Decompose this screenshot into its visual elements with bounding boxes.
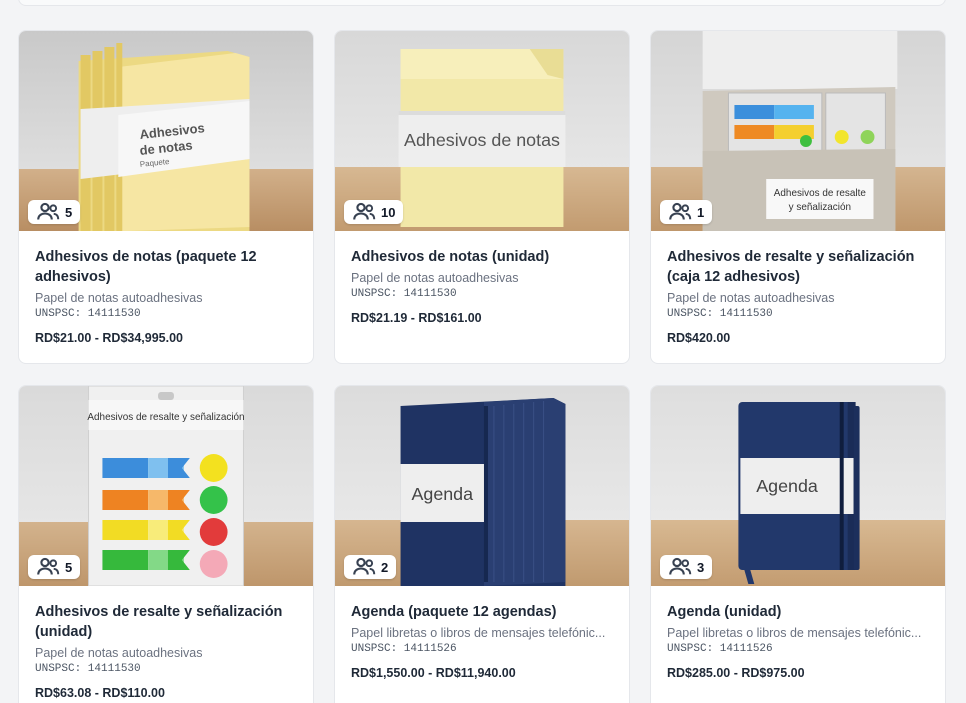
product-card[interactable]: Adhesivos de notas 10 Adhesivos de notas… — [334, 30, 630, 364]
product-price: RD$21.19 - RD$161.00 — [351, 311, 482, 325]
product-title[interactable]: Adhesivos de resalte y señalización (caj… — [667, 247, 929, 287]
product-unspsc: UNSPSC: 14111526 — [667, 643, 773, 655]
member-count-badge: 3 — [660, 555, 713, 579]
member-count-badge: 1 — [660, 200, 713, 224]
member-count-badge: 2 — [344, 555, 397, 579]
member-count: 10 — [381, 204, 396, 220]
product-card[interactable]: Adhesivos de resalte y señalización 5 Ad… — [18, 385, 314, 703]
image-label-line1: Adhesivos de notas — [404, 130, 560, 150]
product-title[interactable]: Agenda (paquete 12 agendas) — [351, 602, 613, 622]
product-unspsc: UNSPSC: 14111526 — [351, 643, 457, 655]
product-image: Adhesivos de notas 10 — [335, 31, 629, 231]
member-count: 5 — [65, 559, 73, 575]
product-category: Papel libretas o libros de mensajes tele… — [351, 626, 606, 640]
product-price: RD$1,550.00 - RD$11,940.00 — [351, 666, 516, 680]
image-label-line1: Adhesivos de resalte — [774, 188, 867, 199]
product-card[interactable]: Agenda 3 Agenda (unidad) Papel libretas … — [650, 385, 946, 703]
product-category: Papel de notas autoadhesivas — [35, 646, 203, 660]
product-card[interactable]: Adhesivos de resalte y señalización 1 Ad… — [650, 30, 946, 364]
product-image: Adhesivos de resalte y señalización 1 — [651, 31, 945, 231]
member-count-badge: 5 — [28, 200, 81, 224]
product-title[interactable]: Adhesivos de resalte y señalización (uni… — [35, 602, 297, 642]
image-label-line1: Agenda — [411, 484, 473, 504]
product-card[interactable]: Adhesivos de notas Paquete 5 Adhesivos d… — [18, 30, 314, 364]
product-title[interactable]: Agenda (unidad) — [667, 602, 929, 622]
product-grid: Adhesivos de notas Paquete 5 Adhesivos d… — [18, 30, 946, 703]
product-price: RD$63.08 - RD$110.00 — [35, 686, 165, 700]
image-label-line1: Adhesivos de resalte y señalización — [87, 412, 244, 423]
product-image: Agenda 2 — [335, 386, 629, 586]
image-label-line2: y señalización — [789, 202, 851, 213]
product-category: Papel de notas autoadhesivas — [351, 271, 519, 285]
product-title[interactable]: Adhesivos de notas (unidad) — [351, 247, 613, 267]
member-count: 3 — [697, 559, 705, 575]
product-image: Adhesivos de notas Paquete 5 — [19, 31, 313, 231]
users-icon — [37, 202, 60, 220]
product-price: RD$420.00 — [667, 331, 731, 345]
product-category: Papel de notas autoadhesivas — [667, 291, 835, 305]
product-image: Agenda 3 — [651, 386, 945, 586]
top-panel — [18, 0, 946, 6]
users-icon — [669, 557, 692, 575]
product-unspsc: UNSPSC: 14111530 — [35, 663, 141, 675]
member-count-badge: 10 — [344, 200, 404, 224]
product-image: Adhesivos de resalte y señalización 5 — [19, 386, 313, 586]
product-price: RD$21.00 - RD$34,995.00 — [35, 331, 184, 345]
product-price: RD$285.00 - RD$975.00 — [667, 666, 805, 680]
member-count: 1 — [697, 204, 705, 220]
product-category: Papel libretas o libros de mensajes tele… — [667, 626, 922, 640]
member-count: 5 — [65, 204, 73, 220]
product-title[interactable]: Adhesivos de notas (paquete 12 adhesivos… — [35, 247, 297, 287]
product-card[interactable]: Agenda 2 Agenda (paquete 12 agendas) Pap… — [334, 385, 630, 703]
users-icon — [37, 557, 60, 575]
users-icon — [669, 202, 692, 220]
product-unspsc: UNSPSC: 14111530 — [667, 308, 773, 320]
image-label-line1: Agenda — [756, 476, 818, 496]
member-count: 2 — [381, 559, 389, 575]
product-unspsc: UNSPSC: 14111530 — [351, 288, 457, 300]
product-unspsc: UNSPSC: 14111530 — [35, 308, 141, 320]
users-icon — [353, 557, 376, 575]
product-category: Papel de notas autoadhesivas — [35, 291, 203, 305]
users-icon — [353, 202, 376, 220]
member-count-badge: 5 — [28, 555, 81, 579]
